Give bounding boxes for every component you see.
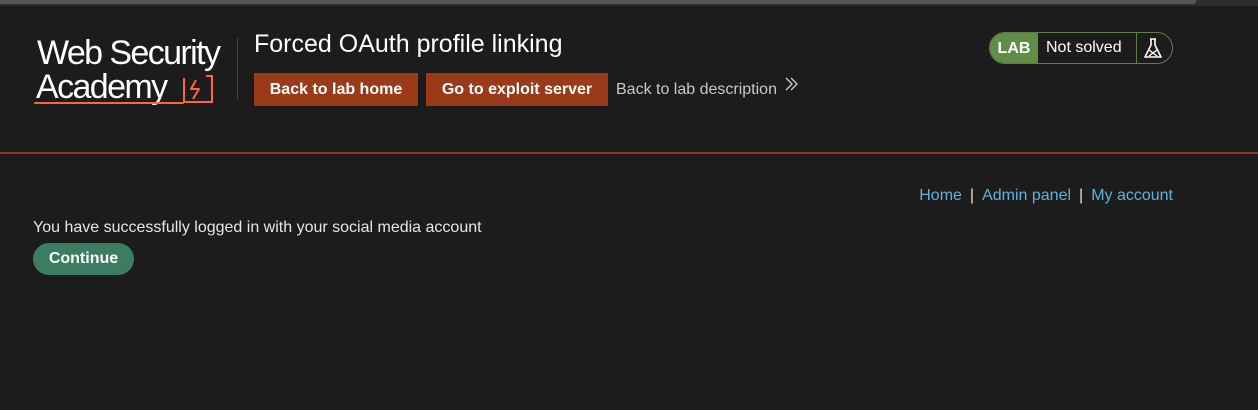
double-chevron-right-icon <box>785 77 798 91</box>
flask-icon <box>1144 38 1162 58</box>
lab-title: Forced OAuth profile linking <box>254 30 563 58</box>
nav-home-link[interactable]: Home <box>919 187 962 204</box>
header-divider <box>237 38 238 100</box>
back-to-lab-home-button[interactable]: Back to lab home <box>254 73 418 106</box>
nav-separator: | <box>969 187 975 204</box>
continue-button[interactable]: Continue <box>33 243 134 275</box>
nav-admin-panel-link[interactable]: Admin panel <box>982 187 1071 204</box>
back-to-lab-description-link[interactable]: Back to lab description <box>616 80 777 100</box>
lab-badge: LAB <box>990 33 1038 63</box>
nav-separator: | <box>1079 187 1084 204</box>
lab-header: Web Security Academy Forced OAuth profil… <box>0 6 1258 152</box>
horizontal-scrollbar[interactable] <box>0 0 1196 4</box>
nav-my-account-link[interactable]: My account <box>1091 187 1173 204</box>
logo-underline <box>34 102 184 104</box>
logo-line-1: Web Security <box>37 34 221 72</box>
status-separator <box>1136 33 1137 63</box>
login-success-message: You have successfully logged in with you… <box>33 219 482 236</box>
top-navigation: Home | Admin panel | My account <box>919 186 1173 206</box>
lab-status-text: Not solved <box>1046 39 1122 56</box>
go-to-exploit-server-button[interactable]: Go to exploit server <box>426 73 608 106</box>
lab-status-widget: LAB Not solved <box>989 32 1173 64</box>
lightning-bolt-icon <box>183 75 213 103</box>
web-security-academy-logo[interactable]: Web Security Academy <box>34 36 234 108</box>
header-bottom-border <box>0 152 1258 154</box>
logo-line-2: Academy <box>36 68 168 106</box>
